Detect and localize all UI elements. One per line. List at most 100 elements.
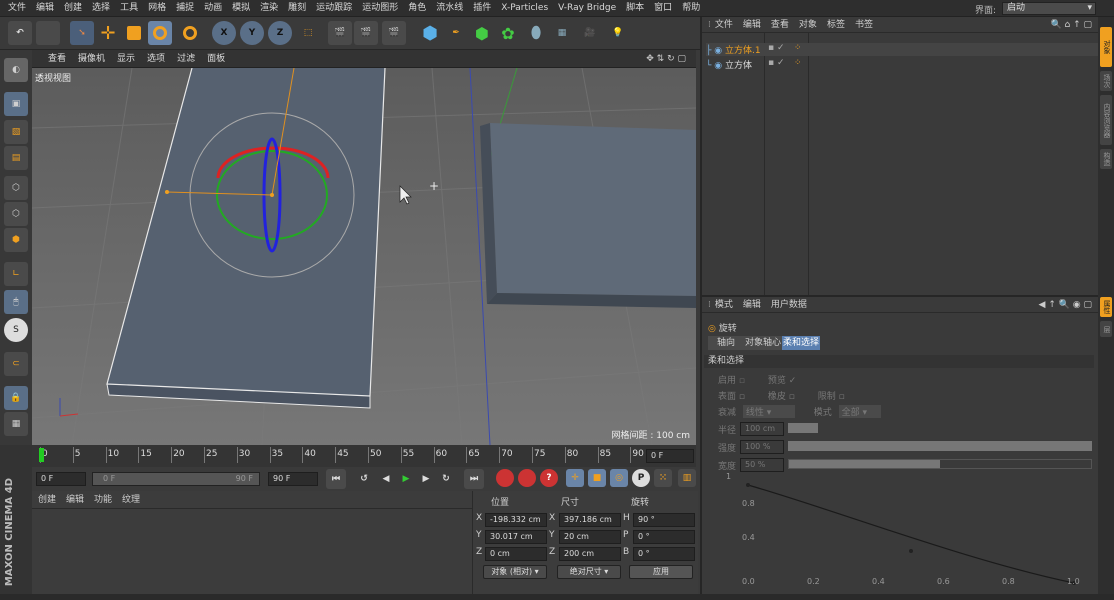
size-field[interactable]: 397.186 cm	[559, 513, 621, 527]
tab-attributes[interactable]: 属性	[1100, 297, 1112, 317]
edges-mode-icon[interactable]: ⬡	[4, 202, 28, 226]
pen-icon[interactable]: ✒	[444, 21, 468, 45]
tag-icon[interactable]: ⁘	[794, 43, 802, 53]
key-scale-icon[interactable]: ■	[588, 469, 606, 487]
rotation-field[interactable]: 0 °	[633, 547, 695, 561]
make-editable-icon[interactable]: ◐	[4, 58, 28, 82]
coord-mode-select[interactable]: 对象 (相对) ▾	[483, 565, 547, 579]
viewport-menu-camera[interactable]: 摄像机	[72, 50, 111, 68]
render-picture-viewer-icon[interactable]: 🎬	[354, 21, 378, 45]
menu-item-13[interactable]: 角色	[403, 0, 431, 17]
falloff-graph[interactable]: 1 0.8 0.4 0.0 0.2 0.4 0.6 0.8 1.0	[718, 471, 1094, 587]
coordinate-system-icon[interactable]: ⬚	[296, 21, 320, 45]
current-frame-field[interactable]: 0 F	[646, 449, 694, 463]
keyframe-selection-icon[interactable]: ?	[540, 469, 558, 487]
viewport-menu-panel[interactable]: 面板	[201, 50, 231, 68]
subdivision-icon[interactable]: ⬢	[470, 21, 494, 45]
render-view-icon[interactable]: 🎬	[328, 21, 352, 45]
material-menu-texture[interactable]: 纹理	[122, 495, 140, 505]
rotation-field[interactable]: 0 °	[633, 530, 695, 544]
menu-item-19[interactable]: 窗口	[649, 0, 677, 17]
menu-item-6[interactable]: 捕捉	[171, 0, 199, 17]
record-icon[interactable]	[496, 469, 514, 487]
render-settings-icon[interactable]: 🎬	[382, 21, 406, 45]
timeline-ruler[interactable]: 0 5 10 15 20 25 30 35 40 45 50 55 60 65 70 75 80 85 90 0 F	[32, 445, 696, 467]
model-mode-icon[interactable]: ▣	[4, 92, 28, 116]
points-mode-icon[interactable]: ⬡	[4, 176, 28, 200]
lock-workplane-icon[interactable]: 🔒	[4, 386, 28, 410]
menu-item-14[interactable]: 流水线	[431, 0, 468, 17]
material-menu-create[interactable]: 创建	[38, 495, 56, 505]
redo-icon[interactable]	[36, 21, 60, 45]
object-menu-view[interactable]: 查看	[771, 20, 789, 30]
viewport-3d[interactable]: + 透视视图 网格间距 : 100 cm	[32, 68, 696, 445]
menu-item-12[interactable]: 运动图形	[357, 0, 403, 17]
key-parameter-icon[interactable]: P	[632, 469, 650, 487]
start-frame-field[interactable]: 0 F	[36, 472, 86, 486]
cube-icon[interactable]: ⬢	[418, 21, 442, 45]
key-pla-icon[interactable]: ⁙	[654, 469, 672, 487]
magnet-icon[interactable]: ⊂	[4, 352, 28, 376]
menu-item-10[interactable]: 雕刻	[283, 0, 311, 17]
object-menu-bookmark[interactable]: 书签	[855, 20, 873, 30]
recent-tool-icon[interactable]	[178, 21, 202, 45]
position-field[interactable]: 30.017 cm	[485, 530, 547, 544]
position-field[interactable]: 0 cm	[485, 547, 547, 561]
object-row-cube-1[interactable]: ├ ◉ 立方体.1 ▪ ✓ ⁘	[706, 43, 1098, 56]
tab-axis[interactable]: 轴向	[708, 336, 744, 350]
axis-mode-icon[interactable]: ∟	[4, 262, 28, 286]
play-icon[interactable]: ▶	[396, 469, 416, 489]
mode-select[interactable]: 全部 ▾	[838, 405, 881, 418]
menu-item-20[interactable]: 帮助	[677, 0, 705, 17]
tab-object-axis[interactable]: 对象轴心	[744, 336, 782, 350]
tab-soft-selection[interactable]: 柔和选择	[782, 336, 820, 350]
attr-menu-edit[interactable]: 编辑	[743, 300, 761, 310]
layout-select[interactable]: 启动 ▾	[1002, 2, 1096, 15]
light-icon[interactable]: 💡	[606, 21, 630, 45]
end-frame-field[interactable]: 90 F	[268, 472, 318, 486]
size-field[interactable]: 200 cm	[559, 547, 621, 561]
enable-checkbox[interactable]: ▫	[739, 376, 745, 386]
surface-checkbox[interactable]: ▫	[739, 392, 745, 402]
undo-icon[interactable]: ↶	[8, 21, 32, 45]
visibility-icons[interactable]: ▪ ✓	[768, 58, 785, 68]
tag-icon[interactable]: ⁘	[794, 58, 802, 68]
menu-item-0[interactable]: 文件	[3, 0, 31, 17]
size-mode-select[interactable]: 绝对尺寸 ▾	[557, 565, 621, 579]
tab-structure[interactable]: 构造	[1100, 149, 1112, 169]
move-tool-icon[interactable]: ✛	[96, 21, 120, 45]
go-to-start-icon[interactable]: ⏮	[326, 469, 346, 489]
menu-item-5[interactable]: 网格	[143, 0, 171, 17]
object-menu-object[interactable]: 对象	[799, 20, 817, 30]
viewport-menu-options[interactable]: 选项	[141, 50, 171, 68]
menu-item-4[interactable]: 工具	[115, 0, 143, 17]
key-rotation-icon[interactable]: ◎	[610, 469, 628, 487]
next-key-icon[interactable]: ↻	[436, 469, 456, 489]
attr-menu-mode[interactable]: 模式	[715, 300, 733, 310]
frame-range-slider[interactable]: 0 F 90 F	[92, 472, 260, 486]
z-axis-icon[interactable]: Z	[268, 21, 292, 45]
x-axis-icon[interactable]: X	[212, 21, 236, 45]
auto-key-icon[interactable]	[518, 469, 536, 487]
key-position-icon[interactable]: ✛	[566, 469, 584, 487]
viewport-menu-filter[interactable]: 过滤	[171, 50, 201, 68]
width-field[interactable]: 50 %	[740, 458, 784, 472]
cloner-icon[interactable]: ✿	[496, 21, 520, 45]
radius-field[interactable]: 100 cm	[740, 422, 784, 436]
tab-content-browser[interactable]: 内容浏览器	[1100, 95, 1112, 145]
camera-icon[interactable]: 🎥	[578, 21, 602, 45]
previous-frame-icon[interactable]: ◀	[376, 469, 396, 489]
rubber-checkbox[interactable]: ▫	[789, 392, 795, 402]
next-frame-icon[interactable]: ▶	[416, 469, 436, 489]
viewport-nav-icons[interactable]: ✥ ⇅ ↻ ▢	[640, 50, 692, 68]
falloff-select[interactable]: 线性 ▾	[742, 405, 795, 418]
texture-mode-icon[interactable]: ▧	[4, 120, 28, 144]
floor-icon[interactable]: ▦	[550, 21, 574, 45]
menu-item-8[interactable]: 模拟	[227, 0, 255, 17]
menu-item-1[interactable]: 编辑	[31, 0, 59, 17]
material-menu-function[interactable]: 功能	[94, 495, 112, 505]
polygons-mode-icon[interactable]: ⬢	[4, 228, 28, 252]
menu-item-15[interactable]: 插件	[468, 0, 496, 17]
tab-objects[interactable]: 对象	[1100, 27, 1112, 67]
viewport-menu-display[interactable]: 显示	[111, 50, 141, 68]
